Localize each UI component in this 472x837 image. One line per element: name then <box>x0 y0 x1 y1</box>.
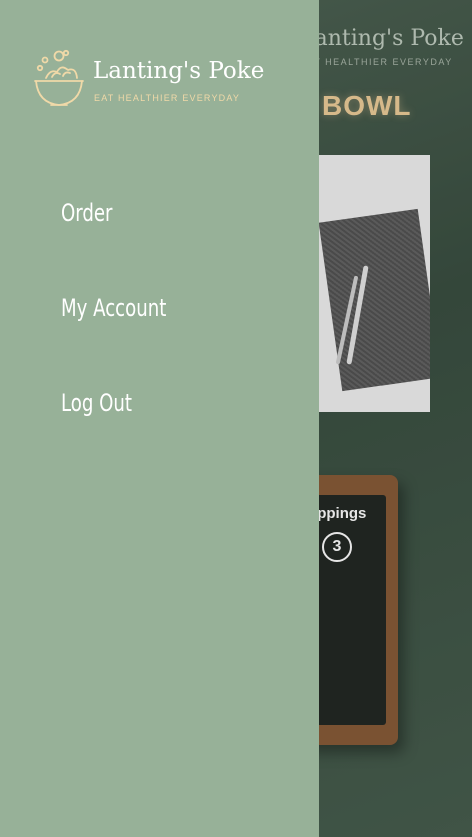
napkin-image <box>318 208 430 392</box>
menu-item-log-out[interactable]: Log Out <box>61 386 166 481</box>
background-brand-name: Lanting's Poke <box>300 26 464 51</box>
brand-name: Lanting's Poke <box>93 58 265 84</box>
poke-bowl-icon <box>34 49 84 106</box>
background-heading: BOWL <box>322 90 412 121</box>
menu-item-order[interactable]: Order <box>61 196 166 291</box>
menu-item-my-account[interactable]: My Account <box>61 291 166 386</box>
app-screen: Lanting's Poke EAT HEALTHIER EVERYDAY BO… <box>0 0 472 837</box>
drawer-menu: Order My Account Log Out <box>61 196 186 481</box>
brand-logo[interactable]: Lanting's Poke EAT HEALTHIER EVERYDAY <box>32 48 282 110</box>
chalkboard-number: 3 <box>322 532 352 562</box>
brand-tagline: EAT HEALTHIER EVERYDAY <box>94 93 241 103</box>
chalkboard-surface <box>308 495 386 725</box>
background-tagline: EAT HEALTHIER EVERYDAY <box>300 57 453 67</box>
background-photo <box>300 155 430 412</box>
navigation-drawer: Lanting's Poke EAT HEALTHIER EVERYDAY Or… <box>0 0 319 837</box>
